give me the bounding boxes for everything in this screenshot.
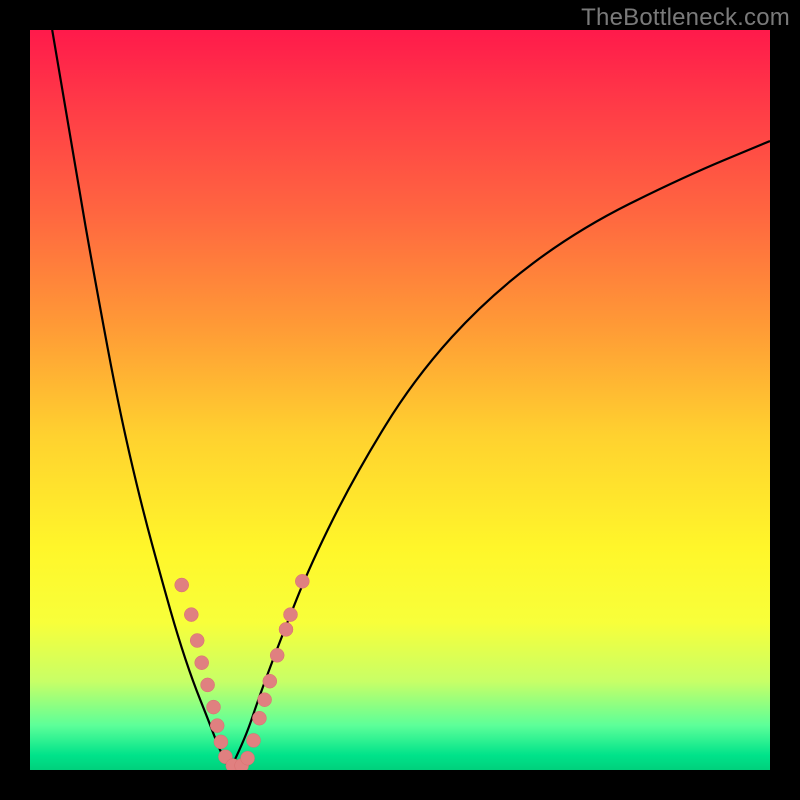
marker-dot xyxy=(252,711,266,725)
marker-dot xyxy=(263,674,277,688)
chart-frame: TheBottleneck.com xyxy=(0,0,800,800)
marker-dot xyxy=(207,700,221,714)
curve-right xyxy=(230,141,770,770)
marker-dot xyxy=(214,735,228,749)
marker-dot xyxy=(210,719,224,733)
marker-dot xyxy=(295,574,309,588)
plot-area xyxy=(30,30,770,770)
marker-dot xyxy=(247,733,261,747)
marker-dot xyxy=(184,608,198,622)
marker-dots xyxy=(175,574,310,770)
marker-dot xyxy=(190,634,204,648)
marker-dot xyxy=(241,751,255,765)
marker-dot xyxy=(258,693,272,707)
curve-layer xyxy=(30,30,770,770)
marker-dot xyxy=(279,622,293,636)
marker-dot xyxy=(201,678,215,692)
marker-dot xyxy=(195,656,209,670)
marker-dot xyxy=(175,578,189,592)
watermark-text: TheBottleneck.com xyxy=(581,4,790,32)
marker-dot xyxy=(270,648,284,662)
marker-dot xyxy=(284,608,298,622)
